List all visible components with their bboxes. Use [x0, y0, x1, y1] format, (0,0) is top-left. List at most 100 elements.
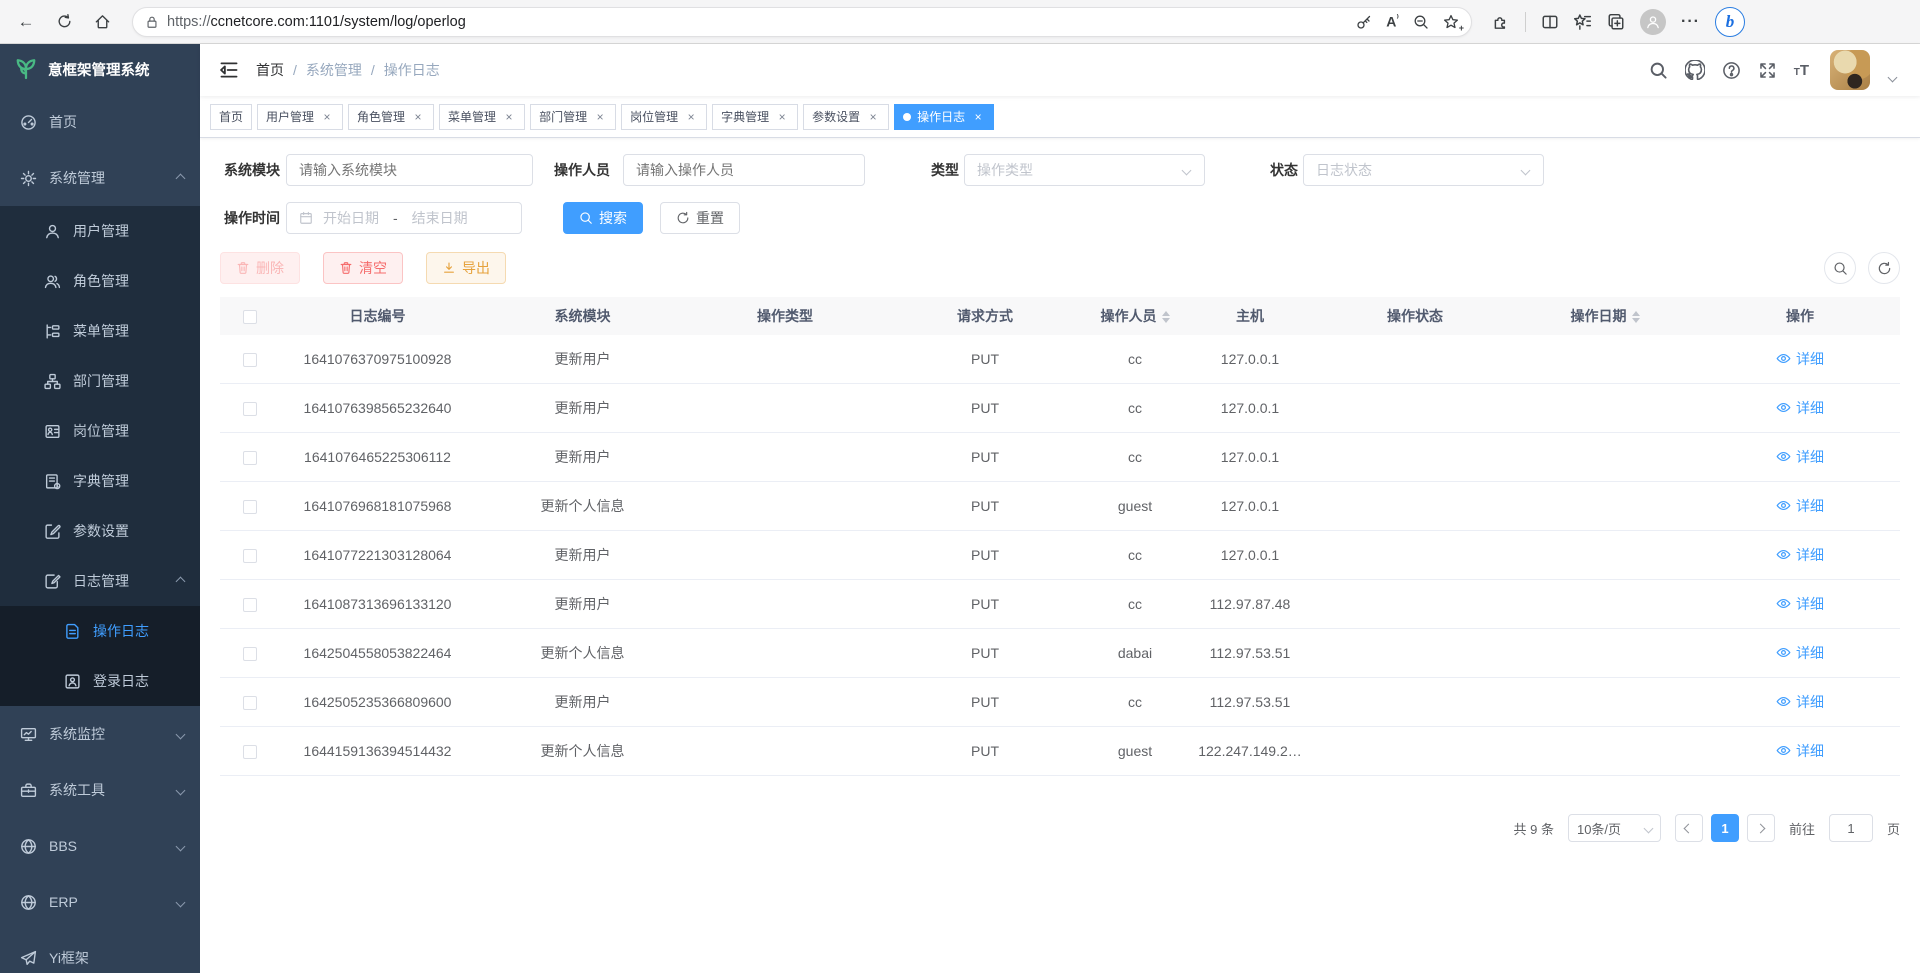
- browser-profile-icon[interactable]: [1640, 9, 1666, 35]
- bing-chat-icon[interactable]: b: [1715, 7, 1745, 37]
- breadcrumb-item[interactable]: 操作日志: [384, 60, 440, 80]
- row-checkbox[interactable]: [243, 402, 257, 416]
- extensions-icon[interactable]: [1492, 13, 1510, 31]
- breadcrumb-item[interactable]: 系统管理: [306, 60, 362, 80]
- sidebar-item-users[interactable]: 角色管理: [0, 256, 200, 306]
- close-tab-icon[interactable]: ×: [411, 110, 425, 124]
- detail-link[interactable]: 详细: [1776, 496, 1824, 516]
- password-key-icon[interactable]: [1356, 14, 1372, 30]
- date-range-input[interactable]: 开始日期 - 结束日期: [286, 202, 522, 234]
- table-refresh-button[interactable]: [1868, 252, 1900, 284]
- sidebar-item-user[interactable]: 用户管理: [0, 206, 200, 256]
- detail-link[interactable]: 详细: [1776, 643, 1824, 663]
- tag-tab[interactable]: 岗位管理 ×: [621, 104, 707, 130]
- sidebar-item-loginlog[interactable]: 登录日志: [0, 656, 200, 706]
- tag-tab[interactable]: 部门管理 ×: [530, 104, 616, 130]
- detail-link[interactable]: 详细: [1776, 398, 1824, 418]
- row-checkbox[interactable]: [243, 647, 257, 661]
- row-checkbox[interactable]: [243, 549, 257, 563]
- sidebar-item-globe[interactable]: ERP: [0, 874, 200, 930]
- user-avatar[interactable]: [1830, 50, 1870, 90]
- detail-link[interactable]: 详细: [1776, 692, 1824, 712]
- close-tab-icon[interactable]: ×: [320, 110, 334, 124]
- prev-page-button[interactable]: [1675, 814, 1703, 842]
- detail-link[interactable]: 详细: [1776, 447, 1824, 467]
- collections-icon[interactable]: [1607, 13, 1625, 31]
- row-checkbox[interactable]: [243, 696, 257, 710]
- detail-link[interactable]: 详细: [1776, 741, 1824, 761]
- detail-link[interactable]: 详细: [1776, 545, 1824, 565]
- close-tab-icon[interactable]: ×: [502, 110, 516, 124]
- close-tab-icon[interactable]: ×: [684, 110, 698, 124]
- sidebar-item-edit[interactable]: 参数设置: [0, 506, 200, 556]
- sidebar-item-orgtree[interactable]: 部门管理: [0, 356, 200, 406]
- close-tab-icon[interactable]: ×: [593, 110, 607, 124]
- split-screen-icon[interactable]: [1541, 13, 1559, 31]
- sidebar-item-menutree[interactable]: 菜单管理: [0, 306, 200, 356]
- tag-tab[interactable]: 首页: [210, 104, 252, 130]
- sidebar-item-book[interactable]: 字典管理: [0, 456, 200, 506]
- app-logo[interactable]: 意框架管理系统: [0, 44, 200, 94]
- avatar-dropdown-icon[interactable]: [1888, 72, 1898, 82]
- url-text[interactable]: https://ccnetcore.com:1101/system/log/op…: [167, 14, 1348, 30]
- browser-refresh-button[interactable]: [48, 6, 80, 38]
- module-input[interactable]: [286, 154, 533, 186]
- delete-button[interactable]: 删除: [220, 252, 300, 284]
- sort-carets-icon[interactable]: [1162, 311, 1170, 323]
- address-bar[interactable]: https://ccnetcore.com:1101/system/log/op…: [132, 7, 1472, 37]
- browser-back-button[interactable]: ←: [10, 6, 42, 38]
- next-page-button[interactable]: [1747, 814, 1775, 842]
- github-icon[interactable]: [1685, 60, 1705, 80]
- browser-home-button[interactable]: [86, 6, 118, 38]
- sidebar-item-doc[interactable]: 操作日志: [0, 606, 200, 656]
- goto-page-input[interactable]: [1829, 814, 1873, 842]
- current-page-button[interactable]: 1: [1711, 814, 1739, 842]
- detail-link[interactable]: 详细: [1776, 594, 1824, 614]
- reset-button[interactable]: 重置: [660, 202, 740, 234]
- clear-button[interactable]: 清空: [323, 252, 403, 284]
- type-select[interactable]: 操作类型: [964, 154, 1205, 186]
- tag-tab[interactable]: 字典管理 ×: [712, 104, 798, 130]
- status-select[interactable]: 日志状态: [1303, 154, 1544, 186]
- sidebar-toggle-icon[interactable]: [218, 59, 240, 81]
- sidebar-item-globe[interactable]: BBS: [0, 818, 200, 874]
- tag-tab[interactable]: 菜单管理 ×: [439, 104, 525, 130]
- sidebar-item-dashboard[interactable]: 首页: [0, 94, 200, 150]
- fullscreen-icon[interactable]: [1758, 61, 1777, 80]
- search-button[interactable]: 搜索: [563, 202, 643, 234]
- close-tab-icon[interactable]: ×: [775, 110, 789, 124]
- column-header[interactable]: 操作人员: [1090, 306, 1180, 326]
- zoom-out-icon[interactable]: [1413, 14, 1429, 30]
- close-tab-icon[interactable]: ×: [971, 110, 985, 124]
- breadcrumb-item[interactable]: 首页: [256, 60, 284, 80]
- detail-link[interactable]: 详细: [1776, 349, 1824, 369]
- read-aloud-icon[interactable]: A⁾: [1386, 13, 1399, 30]
- table-search-button[interactable]: [1824, 252, 1856, 284]
- sidebar-item-log[interactable]: 日志管理: [0, 556, 200, 606]
- row-checkbox[interactable]: [243, 500, 257, 514]
- header-search-icon[interactable]: [1649, 61, 1668, 80]
- select-all-checkbox[interactable]: [243, 310, 257, 324]
- sidebar-item-monitor[interactable]: 系统监控: [0, 706, 200, 762]
- row-checkbox[interactable]: [243, 745, 257, 759]
- favorites-icon[interactable]: [1574, 13, 1592, 31]
- row-checkbox[interactable]: [243, 598, 257, 612]
- close-tab-icon[interactable]: ×: [866, 110, 880, 124]
- tag-tab[interactable]: 角色管理 ×: [348, 104, 434, 130]
- row-checkbox[interactable]: [243, 353, 257, 367]
- help-icon[interactable]: [1722, 61, 1741, 80]
- text-size-icon[interactable]: TT: [1794, 63, 1809, 78]
- tag-tab[interactable]: 操作日志 ×: [894, 104, 994, 130]
- add-favorite-icon[interactable]: +: [1443, 14, 1459, 30]
- browser-more-icon[interactable]: ···: [1681, 13, 1700, 31]
- export-button[interactable]: 导出: [426, 252, 506, 284]
- sidebar-item-badge[interactable]: 岗位管理: [0, 406, 200, 456]
- sidebar-item-gear[interactable]: 系统管理: [0, 150, 200, 206]
- operator-input[interactable]: [623, 154, 865, 186]
- column-header[interactable]: 操作日期: [1510, 306, 1700, 326]
- sort-carets-icon[interactable]: [1632, 311, 1640, 323]
- tag-tab[interactable]: 参数设置 ×: [803, 104, 889, 130]
- sidebar-item-toolbox[interactable]: 系统工具: [0, 762, 200, 818]
- page-size-select[interactable]: 10条/页: [1568, 814, 1661, 842]
- tag-tab[interactable]: 用户管理 ×: [257, 104, 343, 130]
